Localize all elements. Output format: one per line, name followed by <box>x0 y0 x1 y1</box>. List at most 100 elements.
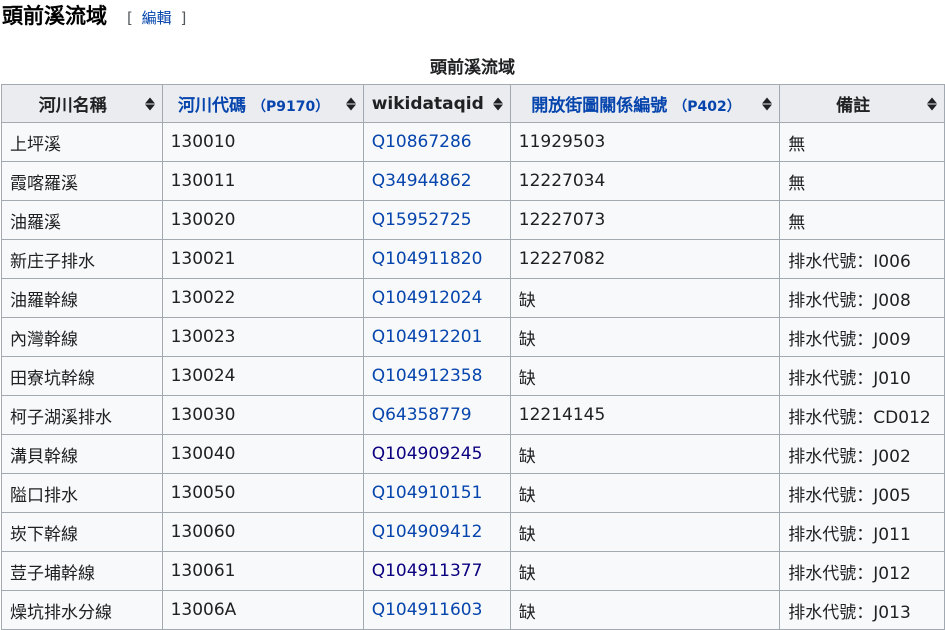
osm-relation-cell: 缺 <box>509 434 781 474</box>
column-header-1[interactable]: 河川代碼 （P9170） <box>161 84 364 123</box>
river-code-cell: 130030 <box>161 395 364 435</box>
osm-relation-cell: 12227082 <box>509 239 781 279</box>
table-row: 油羅溪 130020 Q15952725 12227073 無 <box>1 200 945 240</box>
river-name-cell: 新庄子排水 <box>1 239 163 279</box>
river-name-cell: 內灣幹線 <box>1 317 163 357</box>
note-cell: 排水代號：J013 <box>779 590 945 630</box>
wikidata-qid-link[interactable]: Q104910151 <box>372 483 483 503</box>
osm-relation-cell: 缺 <box>509 551 781 591</box>
river-code-cell: 130021 <box>161 239 364 279</box>
sort-icon[interactable] <box>927 97 937 110</box>
river-code-cell: 130060 <box>161 512 364 552</box>
note-cell: 排水代號：J011 <box>779 512 945 552</box>
table-row: 柯子湖溪排水 130030 Q64358779 12214145 排水代號：CD012 <box>1 395 945 435</box>
river-name-cell: 油羅幹線 <box>1 278 163 318</box>
note-cell: 排水代號：J005 <box>779 473 945 513</box>
sort-icon[interactable] <box>492 97 503 110</box>
wikidata-qid-cell: Q10867286 <box>362 122 511 162</box>
note-cell: 排水代號：J009 <box>779 317 945 357</box>
wikidata-qid-cell: Q104911603 <box>362 590 511 630</box>
table-row: 溝貝幹線 130040 Q104909245 缺排水代號：J002 <box>1 434 945 474</box>
wikidata-qid-cell: Q104912024 <box>362 278 511 318</box>
osm-relation-cell: 12214145 <box>509 395 781 435</box>
wikidata-qid-link[interactable]: Q104912024 <box>372 288 483 308</box>
river-name-cell: 燥坑排水分線 <box>1 590 163 630</box>
river-code-cell: 130010 <box>161 122 364 162</box>
river-name-cell: 荳子埔幹線 <box>1 551 163 591</box>
river-code-cell: 130024 <box>161 356 364 396</box>
edit-bracket-close: ] <box>180 9 187 27</box>
river-code-cell: 130022 <box>161 278 364 318</box>
osm-relation-cell: 11929503 <box>509 122 781 162</box>
sort-icon[interactable] <box>144 97 155 110</box>
column-header-0[interactable]: 河川名稱 <box>1 84 163 123</box>
column-header-2[interactable]: wikidataqid <box>362 84 511 123</box>
osm-relation-cell: 缺 <box>509 317 781 357</box>
wikidata-qid-link[interactable]: Q104909245 <box>372 444 483 464</box>
wikidata-qid-cell: Q104912201 <box>362 317 511 357</box>
sort-icon[interactable] <box>762 97 773 110</box>
wikidata-qid-link[interactable]: Q104911603 <box>372 600 483 620</box>
table-row: 上坪溪 130010 Q10867286 11929503 無 <box>1 122 945 162</box>
wikidata-qid-link[interactable]: Q104911377 <box>372 561 483 581</box>
river-name-cell: 田寮坑幹線 <box>1 356 163 396</box>
wikidata-qid-link[interactable]: Q104912201 <box>372 327 483 347</box>
wikidata-qid-link[interactable]: Q34944862 <box>372 171 472 191</box>
osm-relation-cell: 缺 <box>509 356 781 396</box>
section-heading: 頭前溪流域 [ 編輯 ] <box>0 0 186 34</box>
river-name-cell: 崁下幹線 <box>1 512 163 552</box>
column-header-content: wikidataqid <box>372 94 502 114</box>
river-name-cell: 霞喀羅溪 <box>1 161 163 201</box>
property-id-link[interactable]: （P402） <box>673 99 740 115</box>
column-header-3[interactable]: 開放街圖關係編號 （P402） <box>509 84 781 123</box>
column-header-content: 開放街圖關係編號 （P402） <box>531 91 758 116</box>
note-cell: 排水代號：J012 <box>779 551 945 591</box>
table-header-row: 河川名稱 河川代碼 （P9170） wikidataqid 開放街圖關係編號 （P402）… <box>1 84 945 123</box>
river-table: 河川名稱 河川代碼 （P9170） wikidataqid 開放街圖關係編號 （P402）… <box>1 84 945 630</box>
wikidata-qid-link[interactable]: Q104909412 <box>372 522 483 542</box>
river-name-cell: 隘口排水 <box>1 473 163 513</box>
table-row: 霞喀羅溪 130011 Q34944862 12227034 無 <box>1 161 945 201</box>
river-name-cell: 上坪溪 <box>1 122 163 162</box>
river-name-cell: 溝貝幹線 <box>1 434 163 474</box>
table-row: 新庄子排水 130021 Q104911820 12227082 排水代號：I006 <box>1 239 945 279</box>
osm-relation-cell: 缺 <box>509 473 781 513</box>
table-row: 崁下幹線 130060 Q104909412 缺排水代號：J011 <box>1 512 945 552</box>
note-cell: 排水代號：J008 <box>779 278 945 318</box>
column-header-link[interactable]: 開放街圖關係編號 <box>531 96 667 116</box>
table-body: 上坪溪 130010 Q10867286 11929503 無霞喀羅溪 130011 Q34… <box>1 122 945 630</box>
wikidata-qid-link[interactable]: Q104912358 <box>372 366 483 386</box>
table-row: 荳子埔幹線 130061 Q104911377 缺排水代號：J012 <box>1 551 945 591</box>
edit-section-link[interactable]: 編輯 <box>142 9 172 27</box>
river-code-cell: 130061 <box>161 551 364 591</box>
edit-section: [ 編輯 ] <box>127 2 186 34</box>
note-cell: 無 <box>779 161 945 201</box>
wikidata-qid-cell: Q15952725 <box>362 200 511 240</box>
property-id-link[interactable]: （P9170） <box>252 99 329 115</box>
wikidata-qid-cell: Q34944862 <box>362 161 511 201</box>
osm-relation-cell: 缺 <box>509 590 781 630</box>
column-header-4[interactable]: 備註 <box>779 84 945 123</box>
wikidata-qid-link[interactable]: Q104911820 <box>372 249 483 269</box>
sort-icon[interactable] <box>345 97 356 110</box>
wikidata-qid-cell: Q64358779 <box>362 395 511 435</box>
river-name-cell: 油羅溪 <box>1 200 163 240</box>
osm-relation-cell: 缺 <box>509 512 781 552</box>
column-header-label: wikidataqid <box>371 93 484 114</box>
column-header-link[interactable]: 河川代碼 <box>178 96 246 116</box>
river-code-cell: 130020 <box>161 200 364 240</box>
river-code-cell: 130011 <box>161 161 364 201</box>
wikidata-qid-link[interactable]: Q64358779 <box>372 405 472 425</box>
section-title: 頭前溪流域 <box>2 3 107 28</box>
river-code-cell: 13006A <box>161 590 364 630</box>
column-header-label: 備註 <box>836 96 871 116</box>
wikidata-qid-cell: Q104911820 <box>362 239 511 279</box>
wikidata-qid-link[interactable]: Q15952725 <box>372 210 472 230</box>
note-cell: 無 <box>779 122 945 162</box>
osm-relation-cell: 12227073 <box>509 200 781 240</box>
wikidata-qid-cell: Q104909412 <box>362 512 511 552</box>
table-row: 隘口排水 130050 Q104910151 缺排水代號：J005 <box>1 473 945 513</box>
note-cell: 排水代號：J010 <box>779 356 945 396</box>
table-row: 內灣幹線 130023 Q104912201 缺排水代號：J009 <box>1 317 945 357</box>
wikidata-qid-link[interactable]: Q10867286 <box>372 132 472 152</box>
